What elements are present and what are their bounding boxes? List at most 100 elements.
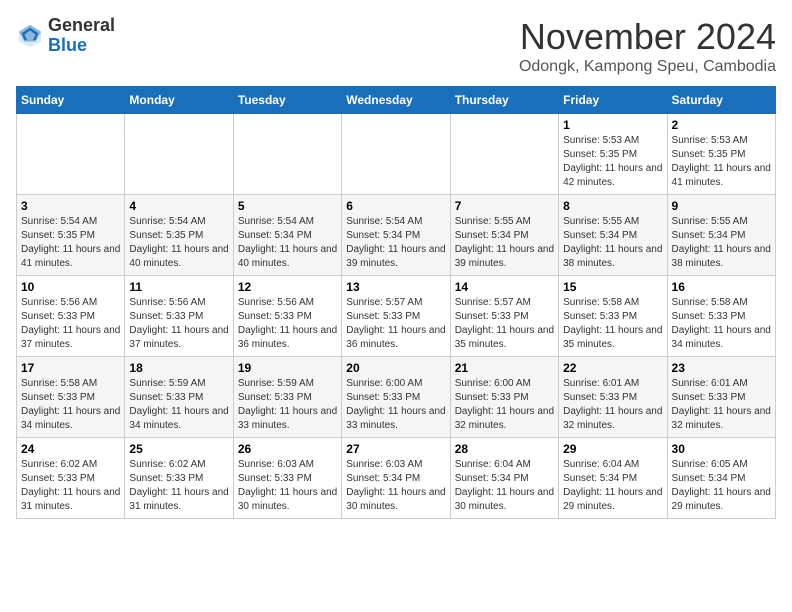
day-info: Sunrise: 6:01 AM Sunset: 5:33 PM Dayligh… — [672, 377, 771, 433]
day-number: 13 — [346, 280, 445, 294]
month-title: November 2024 — [519, 16, 776, 58]
calendar-cell: 20 Sunrise: 6:00 AM Sunset: 5:33 PM Dayli… — [342, 357, 450, 438]
day-number: 17 — [21, 361, 120, 375]
day-info: Sunrise: 5:57 AM Sunset: 5:33 PM Dayligh… — [346, 296, 445, 352]
calendar-cell — [125, 114, 233, 195]
day-info: Sunrise: 5:58 AM Sunset: 5:33 PM Dayligh… — [563, 296, 662, 352]
calendar-week-row: 24 Sunrise: 6:02 AM Sunset: 5:33 PM Dayli… — [17, 438, 776, 519]
day-info: Sunrise: 5:53 AM Sunset: 5:35 PM Dayligh… — [563, 134, 662, 190]
calendar-cell: 2Sunrise: 5:53 AM Sunset: 5:35 PM Daylig… — [667, 114, 775, 195]
location: Odongk, Kampong Speu, Cambodia — [519, 58, 776, 76]
calendar-cell: 13 Sunrise: 5:57 AM Sunset: 5:33 PM Dayli… — [342, 276, 450, 357]
calendar-body: 1Sunrise: 5:53 AM Sunset: 5:35 PM Daylig… — [17, 114, 776, 519]
weekday-header: Sunday — [17, 87, 125, 114]
day-info: Sunrise: 6:04 AM Sunset: 5:34 PM Dayligh… — [455, 458, 554, 514]
day-number: 5 — [238, 199, 337, 213]
calendar-cell: 12 Sunrise: 5:56 AM Sunset: 5:33 PM Dayli… — [233, 276, 341, 357]
day-info: Sunrise: 5:59 AM Sunset: 5:33 PM Dayligh… — [129, 377, 228, 433]
day-info: Sunrise: 5:54 AM Sunset: 5:35 PM Dayligh… — [21, 215, 120, 271]
calendar-week-row: 1Sunrise: 5:53 AM Sunset: 5:35 PM Daylig… — [17, 114, 776, 195]
day-info: Sunrise: 6:02 AM Sunset: 5:33 PM Dayligh… — [129, 458, 228, 514]
day-info: Sunrise: 5:54 AM Sunset: 5:34 PM Dayligh… — [346, 215, 445, 271]
day-number: 12 — [238, 280, 337, 294]
day-number: 22 — [563, 361, 662, 375]
calendar-table: SundayMondayTuesdayWednesdayThursdayFrid… — [16, 86, 776, 519]
day-info: Sunrise: 6:00 AM Sunset: 5:33 PM Dayligh… — [455, 377, 554, 433]
weekday-header: Tuesday — [233, 87, 341, 114]
day-number: 9 — [672, 199, 771, 213]
day-info: Sunrise: 5:58 AM Sunset: 5:33 PM Dayligh… — [21, 377, 120, 433]
day-info: Sunrise: 5:57 AM Sunset: 5:33 PM Dayligh… — [455, 296, 554, 352]
day-number: 25 — [129, 442, 228, 456]
calendar-cell: 29 Sunrise: 6:04 AM Sunset: 5:34 PM Dayli… — [559, 438, 667, 519]
day-number: 4 — [129, 199, 228, 213]
calendar-header: SundayMondayTuesdayWednesdayThursdayFrid… — [17, 87, 776, 114]
calendar-cell — [342, 114, 450, 195]
day-number: 24 — [21, 442, 120, 456]
calendar-cell — [17, 114, 125, 195]
calendar-cell: 21 Sunrise: 6:00 AM Sunset: 5:33 PM Dayli… — [450, 357, 558, 438]
logo-icon — [16, 22, 44, 50]
calendar-cell: 25 Sunrise: 6:02 AM Sunset: 5:33 PM Dayli… — [125, 438, 233, 519]
day-info: Sunrise: 5:55 AM Sunset: 5:34 PM Dayligh… — [455, 215, 554, 271]
day-number: 14 — [455, 280, 554, 294]
weekday-header: Wednesday — [342, 87, 450, 114]
day-info: Sunrise: 5:58 AM Sunset: 5:33 PM Dayligh… — [672, 296, 771, 352]
day-number: 10 — [21, 280, 120, 294]
calendar-cell: 16 Sunrise: 5:58 AM Sunset: 5:33 PM Dayli… — [667, 276, 775, 357]
day-info: Sunrise: 6:00 AM Sunset: 5:33 PM Dayligh… — [346, 377, 445, 433]
calendar-cell — [233, 114, 341, 195]
day-number: 29 — [563, 442, 662, 456]
weekday-row: SundayMondayTuesdayWednesdayThursdayFrid… — [17, 87, 776, 114]
calendar-cell: 10 Sunrise: 5:56 AM Sunset: 5:33 PM Dayli… — [17, 276, 125, 357]
day-info: Sunrise: 5:56 AM Sunset: 5:33 PM Dayligh… — [129, 296, 228, 352]
calendar-cell: 3 Sunrise: 5:54 AM Sunset: 5:35 PM Daylig… — [17, 195, 125, 276]
calendar-cell: 28 Sunrise: 6:04 AM Sunset: 5:34 PM Dayli… — [450, 438, 558, 519]
day-info: Sunrise: 6:03 AM Sunset: 5:34 PM Dayligh… — [346, 458, 445, 514]
day-number: 15 — [563, 280, 662, 294]
day-number: 26 — [238, 442, 337, 456]
day-number: 11 — [129, 280, 228, 294]
day-info: Sunrise: 6:04 AM Sunset: 5:34 PM Dayligh… — [563, 458, 662, 514]
weekday-header: Thursday — [450, 87, 558, 114]
day-number: 3 — [21, 199, 120, 213]
calendar-cell: 17 Sunrise: 5:58 AM Sunset: 5:33 PM Dayli… — [17, 357, 125, 438]
day-info: Sunrise: 6:03 AM Sunset: 5:33 PM Dayligh… — [238, 458, 337, 514]
calendar-cell: 7 Sunrise: 5:55 AM Sunset: 5:34 PM Daylig… — [450, 195, 558, 276]
day-info: Sunrise: 5:55 AM Sunset: 5:34 PM Dayligh… — [563, 215, 662, 271]
calendar-cell: 22Sunrise: 6:01 AM Sunset: 5:33 PM Dayli… — [559, 357, 667, 438]
day-info: Sunrise: 6:02 AM Sunset: 5:33 PM Dayligh… — [21, 458, 120, 514]
day-number: 7 — [455, 199, 554, 213]
logo-general: General — [48, 16, 115, 36]
calendar-cell — [450, 114, 558, 195]
calendar-cell: 9 Sunrise: 5:55 AM Sunset: 5:34 PM Daylig… — [667, 195, 775, 276]
day-info: Sunrise: 5:59 AM Sunset: 5:33 PM Dayligh… — [238, 377, 337, 433]
calendar-cell: 11 Sunrise: 5:56 AM Sunset: 5:33 PM Dayli… — [125, 276, 233, 357]
day-number: 20 — [346, 361, 445, 375]
calendar-cell: 23 Sunrise: 6:01 AM Sunset: 5:33 PM Dayli… — [667, 357, 775, 438]
calendar-week-row: 17 Sunrise: 5:58 AM Sunset: 5:33 PM Dayli… — [17, 357, 776, 438]
calendar-cell: 4Sunrise: 5:54 AM Sunset: 5:35 PM Daylig… — [125, 195, 233, 276]
day-number: 8 — [563, 199, 662, 213]
day-info: Sunrise: 5:55 AM Sunset: 5:34 PM Dayligh… — [672, 215, 771, 271]
calendar-cell: 8 Sunrise: 5:55 AM Sunset: 5:34 PM Daylig… — [559, 195, 667, 276]
day-number: 28 — [455, 442, 554, 456]
day-number: 16 — [672, 280, 771, 294]
day-info: Sunrise: 5:56 AM Sunset: 5:33 PM Dayligh… — [21, 296, 120, 352]
calendar-cell: 6Sunrise: 5:54 AM Sunset: 5:34 PM Daylig… — [342, 195, 450, 276]
calendar-week-row: 3 Sunrise: 5:54 AM Sunset: 5:35 PM Daylig… — [17, 195, 776, 276]
logo-text: General Blue — [48, 16, 115, 56]
day-info: Sunrise: 5:54 AM Sunset: 5:34 PM Dayligh… — [238, 215, 337, 271]
calendar-cell: 24 Sunrise: 6:02 AM Sunset: 5:33 PM Dayli… — [17, 438, 125, 519]
calendar-cell: 5 Sunrise: 5:54 AM Sunset: 5:34 PM Daylig… — [233, 195, 341, 276]
day-number: 2 — [672, 118, 771, 132]
day-number: 21 — [455, 361, 554, 375]
day-number: 18 — [129, 361, 228, 375]
calendar-cell: 15 Sunrise: 5:58 AM Sunset: 5:33 PM Dayli… — [559, 276, 667, 357]
day-number: 23 — [672, 361, 771, 375]
calendar-cell: 26 Sunrise: 6:03 AM Sunset: 5:33 PM Dayli… — [233, 438, 341, 519]
calendar-cell: 27Sunrise: 6:03 AM Sunset: 5:34 PM Dayli… — [342, 438, 450, 519]
calendar-cell: 1Sunrise: 5:53 AM Sunset: 5:35 PM Daylig… — [559, 114, 667, 195]
title-block: November 2024 Odongk, Kampong Speu, Camb… — [519, 16, 776, 76]
day-info: Sunrise: 5:56 AM Sunset: 5:33 PM Dayligh… — [238, 296, 337, 352]
